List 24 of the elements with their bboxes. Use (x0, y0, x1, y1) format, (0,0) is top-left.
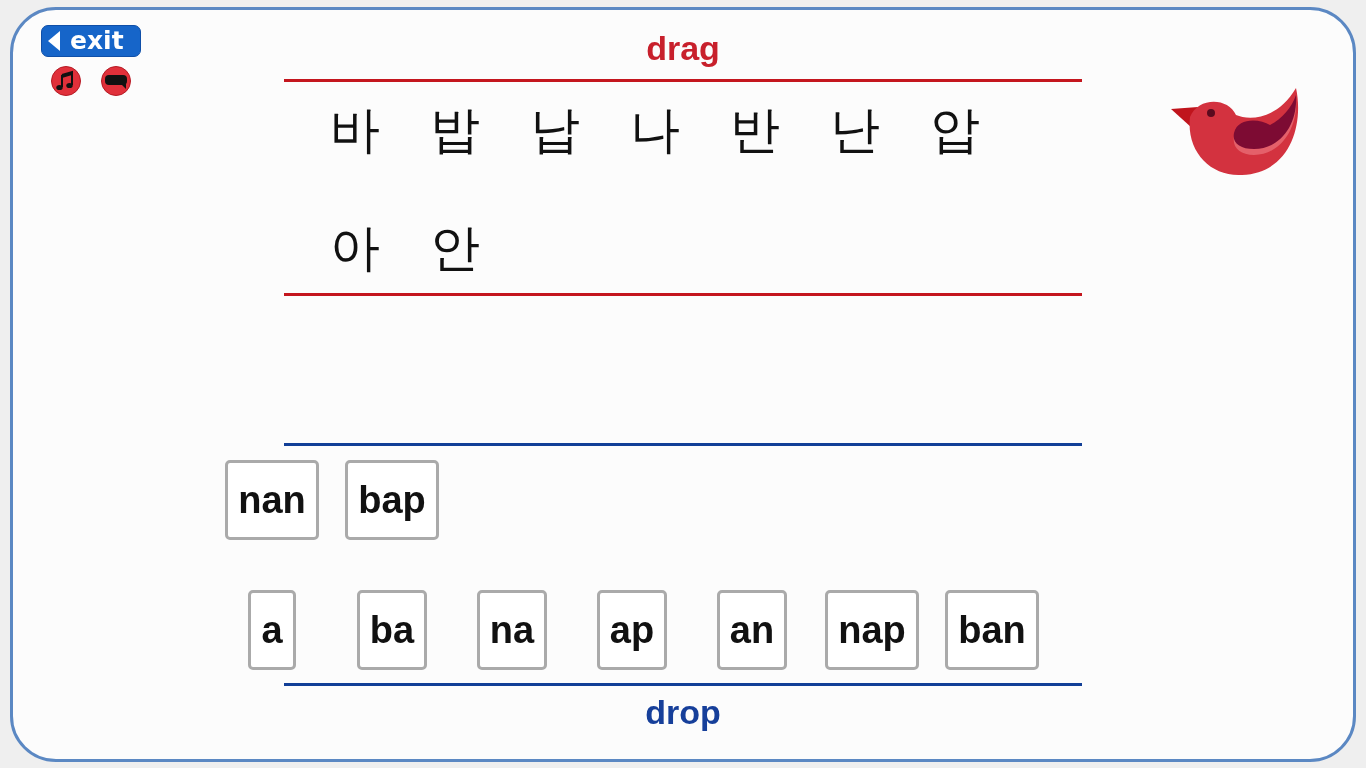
drag-label: drag (646, 30, 720, 66)
left-triangle-icon (48, 31, 60, 51)
word-tile[interactable]: an (716, 590, 788, 670)
word-tile[interactable]: ba (356, 590, 428, 670)
korean-syllable[interactable]: 압 (930, 100, 980, 160)
drop-label: drop (645, 694, 721, 730)
word-tile[interactable]: bap (345, 460, 439, 540)
word-tile[interactable]: nap (825, 590, 919, 670)
word-tile[interactable]: ap (596, 590, 668, 670)
korean-syllable[interactable]: 밥 (430, 100, 480, 160)
speech-bubble-icon[interactable] (101, 66, 131, 96)
word-tile[interactable]: nan (225, 460, 319, 540)
korean-syllable[interactable]: 안 (430, 218, 480, 278)
word-tile[interactable]: ban (945, 590, 1039, 670)
korean-syllable[interactable]: 아 (330, 218, 380, 278)
music-note-icon[interactable] (51, 66, 81, 96)
korean-syllable[interactable]: 납 (530, 100, 580, 160)
word-tile[interactable]: a (248, 590, 296, 670)
korean-syllable[interactable]: 반 (730, 100, 780, 160)
korean-syllable[interactable]: 나 (630, 100, 680, 160)
korean-syllable[interactable]: 바 (330, 100, 380, 160)
korean-syllable[interactable]: 난 (830, 100, 880, 160)
exit-button[interactable]: exit (41, 25, 141, 57)
word-tile[interactable]: na (476, 590, 548, 670)
